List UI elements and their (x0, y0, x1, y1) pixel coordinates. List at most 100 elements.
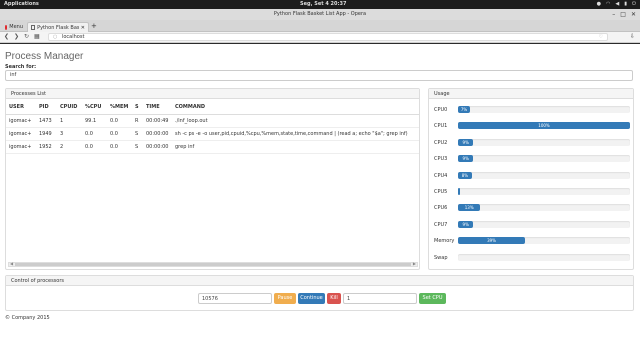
table-cell: igomac+ (6, 114, 36, 128)
table-cell: 1952 (36, 140, 57, 154)
scroll-left-icon[interactable]: ◀ (10, 261, 13, 266)
footer-text: © Company 2015 (5, 315, 50, 321)
column-header[interactable]: %MEM (107, 101, 132, 115)
forward-icon[interactable]: ❯ (14, 33, 19, 40)
page-info-icon[interactable]: ○ (53, 34, 57, 40)
pause-button[interactable]: Pause (274, 293, 296, 304)
power-icon[interactable]: ⏻ (632, 1, 636, 7)
usage-label: CPU3 (434, 156, 448, 163)
usage-progress-track (458, 253, 630, 261)
processes-panel-heading: Processes List (6, 89, 419, 99)
chat-icon[interactable]: ● (597, 1, 601, 7)
usage-label: CPU6 (434, 205, 448, 212)
usage-row: CPU7 9% (434, 220, 630, 229)
cpu-input[interactable]: 1 (343, 293, 417, 304)
usage-row: CPU2 9% (434, 138, 630, 147)
tab-close-icon[interactable]: ✕ (81, 23, 85, 33)
usage-row: Swap (434, 253, 630, 262)
usage-label: Memory (434, 238, 455, 245)
kill-button[interactable]: Kill (327, 293, 341, 304)
table-row[interactable]: igomac+ 1952 2 0.0 0.0 S 00:00:00 grep i… (6, 140, 419, 154)
search-input[interactable]: inf (5, 70, 633, 81)
address-bar[interactable]: ○ localhost ♡ (48, 33, 608, 41)
page-favicon-icon (31, 25, 36, 30)
minimize-icon[interactable]: – (612, 9, 615, 20)
table-row[interactable]: igomac+ 1473 1 99.1 0.0 R 00:00:49 ./inf… (6, 114, 419, 128)
column-header[interactable]: CPUID (57, 101, 82, 115)
table-cell: 1949 (36, 127, 57, 141)
system-clock[interactable]: Seg, Set 4 20:37 (300, 1, 346, 7)
table-cell: 1 (57, 114, 82, 128)
usage-progress-bar: 8% (458, 171, 472, 179)
table-cell: S (132, 127, 143, 141)
continue-button[interactable]: Continue (298, 293, 325, 304)
usage-progress-bar: 9% (458, 220, 474, 228)
opera-menu-button[interactable]: Menu (2, 22, 26, 32)
table-cell: sh -c ps -e -o user,pid,cpuid,%cpu,%mem,… (172, 127, 419, 141)
download-icon[interactable]: ⇩ (630, 33, 635, 40)
usage-label: CPU2 (434, 139, 448, 146)
close-window-icon[interactable]: ✕ (631, 9, 636, 20)
column-header[interactable]: TIME (143, 101, 172, 115)
battery-icon[interactable]: ▮ (624, 1, 627, 7)
table-cell: 0.0 (107, 127, 132, 141)
speed-dial-icon[interactable]: ▦ (34, 33, 40, 40)
table-cell: S (132, 140, 143, 154)
usage-label: CPU7 (434, 221, 448, 228)
table-cell: grep inf (172, 140, 419, 154)
tab-bar: Menu Python Flask Basket List ✕ + (0, 20, 640, 32)
table-cell: 00:00:49 (143, 114, 172, 128)
window-title-bar: Python Flask Basket List App - Opera – □… (0, 9, 640, 20)
wifi-icon[interactable]: ◠ (606, 1, 610, 7)
table-cell: 0.0 (82, 127, 107, 141)
column-header[interactable]: COMMAND (172, 101, 419, 115)
usage-row: CPU3 9% (434, 155, 630, 163)
new-tab-button[interactable]: + (91, 22, 97, 31)
column-header[interactable]: USER (6, 101, 36, 115)
usage-row: CPU0 7% (434, 106, 630, 114)
usage-progress-bar: 13% (458, 204, 481, 212)
column-header[interactable]: %CPU (82, 101, 107, 115)
usage-row: CPU4 8% (434, 171, 630, 180)
table-cell: 0.0 (107, 114, 132, 128)
table-row[interactable]: igomac+ 1949 3 0.0 0.0 S 00:00:00 sh -c … (6, 127, 419, 141)
usage-progress-track (458, 188, 630, 195)
usage-progress-track: 39% (458, 237, 630, 245)
set-cpu-button[interactable]: Set CPU (419, 293, 446, 304)
horizontal-scrollbar[interactable]: ◀ ▶ (8, 261, 418, 267)
usage-label: Swap (434, 254, 448, 261)
column-header[interactable]: PID (36, 101, 57, 115)
table-cell: 0.0 (82, 140, 107, 154)
usage-row: CPU6 13% (434, 204, 630, 212)
system-top-bar: Applications Seg, Set 4 20:37 ● ◠ ◀ ▮ ⏻ (0, 0, 640, 9)
usage-label: CPU5 (434, 189, 448, 195)
usage-progress-track: 9% (458, 220, 630, 228)
column-header[interactable]: S (132, 101, 143, 115)
tab-active[interactable]: Python Flask Basket List ✕ (27, 22, 89, 32)
usage-label: CPU1 (434, 123, 448, 130)
reload-icon[interactable]: ↻ (24, 33, 29, 40)
window-buttons: – □ ✕ (612, 9, 636, 20)
scroll-right-icon[interactable]: ▶ (413, 261, 416, 266)
usage-progress-bar: 7% (458, 106, 471, 113)
bookmark-icon[interactable]: ♡ (599, 34, 603, 41)
usage-progress-track: 9% (458, 138, 630, 146)
scrollbar-thumb[interactable] (15, 263, 411, 266)
volume-icon[interactable]: ◀ (615, 1, 619, 7)
system-tray: ● ◠ ◀ ▮ ⏻ (597, 1, 636, 7)
url-text: localhost (61, 34, 85, 40)
usage-progress-bar: 9% (458, 155, 474, 163)
pid-input[interactable]: 10576 (198, 293, 272, 304)
back-icon[interactable]: ❮ (4, 33, 9, 40)
usage-label: CPU4 (434, 172, 448, 179)
usage-label: CPU0 (434, 107, 448, 113)
control-panel: Control of processors 10576 Pause Contin… (5, 275, 634, 311)
applications-menu[interactable]: Applications (4, 1, 39, 7)
maximize-icon[interactable]: □ (620, 9, 626, 20)
usage-row: CPU1 100% (434, 122, 630, 130)
table-cell: igomac+ (6, 127, 36, 141)
table-cell: 00:00:00 (143, 127, 172, 141)
usage-panel: Usage CPU0 7% CPU1 100% CPU2 9% CPU3 9% CPU4 8% CP… (428, 88, 634, 270)
usage-progress-bar: 9% (458, 138, 474, 146)
table-cell: igomac+ (6, 140, 36, 154)
